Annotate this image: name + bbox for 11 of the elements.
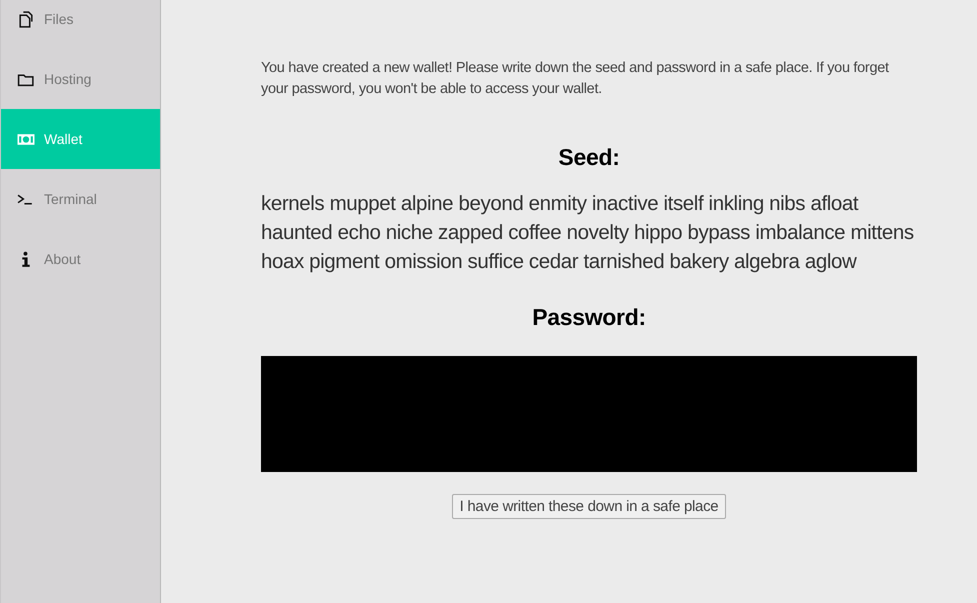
seed-phrase: kernels muppet alpine beyond enmity inactive itself inkling nibs afloat haunted echo niche zapped coffee novelty hippo bypass imbalance mittens hoax pigment omission suffice cedar tarnished bakery algebra aglow [261, 191, 915, 275]
sidebar-item[interactable]: Terminal [1, 169, 160, 229]
sidebar-item[interactable]: Wallet [1, 109, 160, 169]
intro-text: You have created a new wallet! Please write down the seed and password in a safe place. If you forget your password, you won't be able to access your wallet. [261, 59, 890, 99]
sidebar-item[interactable]: About [1, 229, 160, 289]
password-heading: Password: [532, 304, 646, 331]
sidebar-item[interactable]: Hosting [1, 49, 160, 109]
files-icon [17, 10, 35, 28]
confirm-button[interactable]: I have written these down in a safe place [452, 494, 726, 519]
seed-heading: Seed: [558, 144, 620, 171]
sidebar-item[interactable]: Files [1, 0, 160, 49]
